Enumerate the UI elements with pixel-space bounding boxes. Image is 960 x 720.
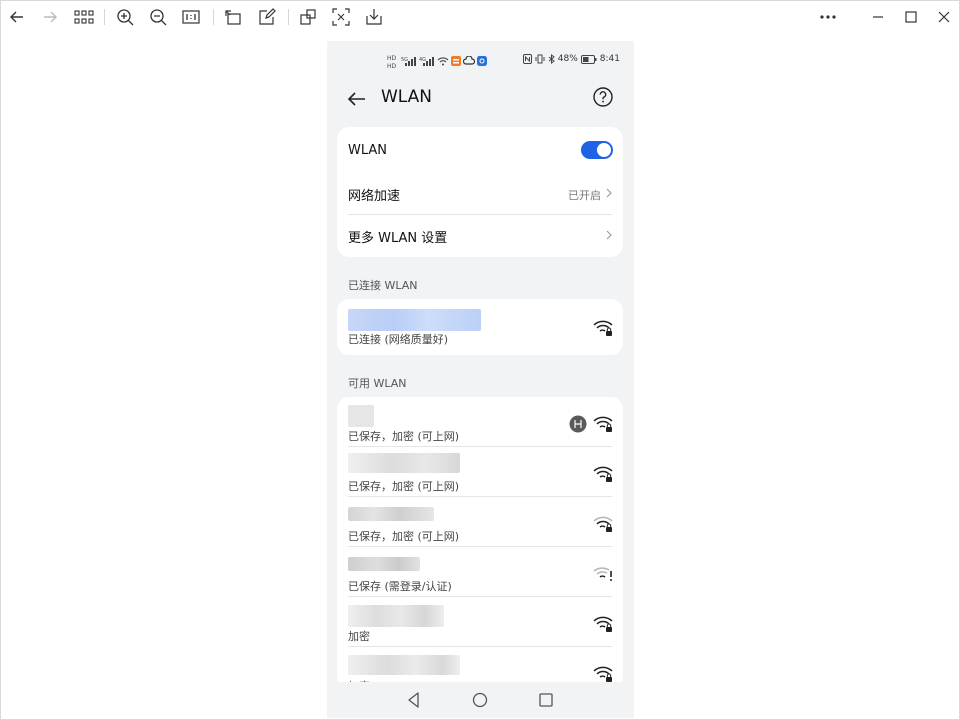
network-status: 加密	[348, 630, 370, 643]
svg-text:HD: HD	[387, 63, 397, 69]
forward-arrow-icon[interactable]	[40, 7, 60, 27]
notification-icon	[451, 56, 461, 66]
nav-home-icon[interactable]	[471, 691, 489, 709]
toggle-knob	[597, 143, 611, 157]
chevron-right-icon	[606, 188, 612, 198]
minimize-icon[interactable]	[868, 7, 888, 27]
wifi-locked-icon	[593, 616, 613, 632]
status-bar: HD HD 5G 4G 48% 8:41	[327, 41, 634, 79]
battery-icon	[580, 54, 597, 64]
network-name-redacted	[348, 655, 460, 675]
network-status: 已保存，加密 (可上网)	[348, 480, 460, 493]
svg-text:5G: 5G	[401, 57, 408, 63]
status-left-icons: HD HD 5G 4G	[387, 53, 487, 69]
wlan-toggle-row[interactable]: WLAN	[337, 127, 623, 173]
maximize-icon[interactable]	[901, 7, 921, 27]
list-item[interactable]: 已保存 (需登录/认证)	[337, 547, 623, 597]
phone-screenshot: HD HD 5G 4G 48% 8:41 WLAN WLAN 网络加速 已开启 …	[327, 41, 634, 718]
list-item[interactable]: 已保存，加密 (可上网)	[337, 497, 623, 547]
chevron-right-icon	[606, 230, 612, 240]
back-arrow-icon[interactable]	[7, 7, 27, 27]
cloud-icon	[463, 56, 475, 65]
page-title: WLAN	[381, 87, 433, 107]
svg-text:4G: 4G	[419, 57, 426, 63]
question-circle-icon	[593, 87, 613, 107]
list-item[interactable]: 已保存，加密 (可上网)	[337, 397, 623, 447]
network-name-redacted	[348, 557, 434, 577]
grid-icon[interactable]	[73, 7, 95, 27]
system-navigation-bar	[327, 682, 634, 718]
list-item[interactable]: 加密	[337, 597, 623, 647]
available-section-label: 可用 WLAN	[348, 377, 407, 390]
back-arrow-icon	[347, 92, 365, 106]
wifi-locked-icon	[593, 666, 613, 682]
network-status: 已保存 (需登录/认证)	[348, 580, 452, 593]
zoom-out-icon[interactable]	[148, 7, 168, 27]
back-button[interactable]	[345, 87, 369, 111]
fit-screen-icon[interactable]	[331, 7, 351, 27]
signal-icon: 5G	[401, 57, 416, 66]
vibrate-icon	[535, 54, 545, 64]
more-wlan-settings-label: 更多 WLAN 设置	[348, 231, 448, 246]
app-icon	[477, 56, 487, 66]
edit-icon[interactable]	[257, 7, 277, 27]
app-bar: WLAN	[327, 79, 634, 119]
wlan-toggle-switch[interactable]	[581, 141, 613, 159]
wifi-locked-weak-icon	[593, 516, 613, 532]
nfc-icon	[522, 54, 532, 64]
network-name-redacted	[348, 405, 374, 427]
toolbar-separator	[104, 9, 105, 25]
rotate-icon[interactable]	[223, 7, 243, 27]
network-name-redacted	[348, 309, 481, 331]
network-name-redacted	[348, 453, 460, 473]
crop-icon[interactable]	[298, 7, 318, 27]
viewer-toolbar	[1, 1, 959, 33]
svg-text:HD: HD	[387, 55, 397, 62]
network-status: 已保存，加密 (可上网)	[348, 530, 460, 543]
download-icon[interactable]	[364, 7, 384, 27]
zoom-in-icon[interactable]	[115, 7, 135, 27]
battery-percent: 48%	[557, 54, 578, 64]
toolbar-separator	[288, 9, 289, 25]
actual-size-icon[interactable]	[181, 7, 201, 27]
list-item[interactable]: 加密	[337, 647, 623, 687]
wifi-locked-icon	[593, 466, 613, 482]
wlan-settings-card: WLAN 网络加速 已开启 更多 WLAN 设置	[337, 127, 623, 257]
network-acceleration-row[interactable]: 网络加速 已开启	[337, 173, 623, 215]
hotspot-badge-icon	[569, 415, 587, 433]
wlan-toggle-label: WLAN	[348, 143, 388, 158]
toolbar-separator	[213, 9, 214, 25]
signal-icon: 4G	[419, 57, 434, 66]
image-viewer-window: HD HD 5G 4G 48% 8:41 WLAN WLAN 网络加速 已开启 …	[0, 0, 960, 720]
list-item[interactable]: 已保存，加密 (可上网)	[337, 447, 623, 497]
status-time: 8:41	[599, 54, 620, 64]
network-acceleration-value: 已开启	[568, 189, 601, 202]
connected-section-label: 已连接 WLAN	[348, 279, 418, 292]
network-name-redacted	[348, 507, 434, 527]
network-acceleration-label: 网络加速	[348, 189, 401, 204]
connected-network-status: 已连接 (网络质量好)	[348, 333, 449, 346]
more-icon[interactable]	[818, 7, 838, 27]
wifi-icon	[437, 57, 449, 66]
wifi-locked-icon	[593, 320, 613, 336]
close-icon[interactable]	[934, 7, 954, 27]
bluetooth-icon	[548, 54, 555, 64]
more-wlan-settings-row[interactable]: 更多 WLAN 设置	[337, 215, 623, 257]
wifi-auth-required-icon	[593, 567, 612, 581]
hd-icon: HDHD	[387, 55, 397, 69]
nav-recents-icon[interactable]	[537, 691, 555, 709]
network-status: 已保存，加密 (可上网)	[348, 430, 460, 443]
help-button[interactable]	[592, 86, 614, 108]
connected-network-card[interactable]: 已连接 (网络质量好)	[337, 299, 623, 355]
network-name-redacted	[348, 605, 444, 627]
wifi-locked-icon	[593, 416, 613, 432]
status-right-icons: 48% 8:41	[522, 54, 620, 64]
nav-back-icon[interactable]	[405, 691, 423, 709]
available-networks-list: 已保存，加密 (可上网) 已保存，加密 (可上网) 已保存，加密 (可上网) 已…	[337, 397, 623, 687]
